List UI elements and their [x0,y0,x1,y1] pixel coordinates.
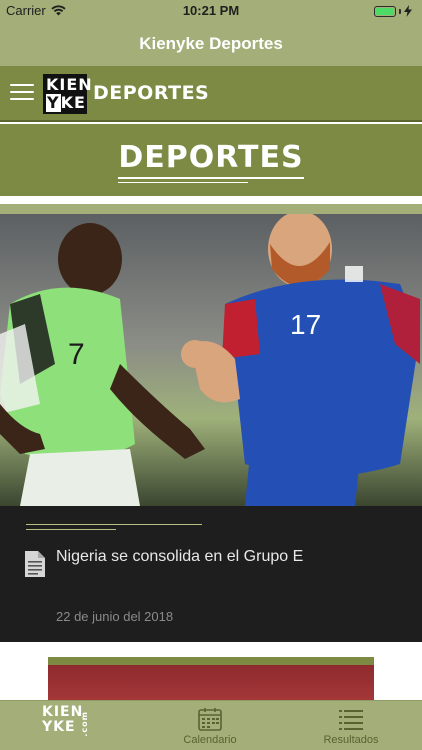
section-bar: KIEN Y KE DEPORTES [0,66,422,122]
kienyke-logo-icon: KIEN YKE .com [42,705,89,739]
logo-line1: KIEN [46,75,93,94]
logo-y: Y [46,93,61,112]
tab-logo-suffix: .com [80,711,89,737]
accent-line [26,524,202,525]
tab-resultados[interactable]: Resultados [310,701,392,750]
page-header: DEPORTES [0,124,422,196]
football-photo: 7 17 [0,214,422,506]
divider-accent [0,204,422,214]
status-bar: Carrier 10:21 PM [0,0,422,22]
app-title: Kienyke Deportes [139,34,283,53]
tab-calendario[interactable]: Calendario [170,701,250,750]
article-date: 22 de junio del 2018 [56,609,174,624]
accent-line-short [26,529,116,530]
svg-text:7: 7 [68,338,85,371]
article-title[interactable]: Nigeria se consolida en el Grupo E [56,548,303,566]
clock: 10:21 PM [182,3,240,18]
article-image[interactable]: 7 17 [0,214,422,506]
section-label: DEPORTES [93,82,210,104]
charging-bolt-icon [404,5,412,17]
list-icon [339,710,363,730]
menu-icon[interactable] [10,84,34,102]
divider [0,196,422,204]
battery-indicator [374,5,412,17]
calendar-icon [198,708,222,731]
article-card[interactable]: Nigeria se consolida en el Grupo E 22 de… [0,506,422,642]
tab-resultados-label: Resultados [323,734,379,746]
document-icon [25,551,45,577]
tab-bar: KIEN YKE .com Calendario Resultados [0,700,422,750]
page-title: DEPORTES [118,140,304,183]
tab-home[interactable]: KIEN YKE .com [42,701,94,750]
tab-calendario-label: Calendario [183,734,237,746]
logo-rest: KE [60,93,86,112]
battery-icon [374,5,396,17]
svg-text:17: 17 [290,309,321,340]
kienyke-logo[interactable]: KIEN Y KE [43,74,93,114]
navigation-bar: Kienyke Deportes [0,22,422,66]
